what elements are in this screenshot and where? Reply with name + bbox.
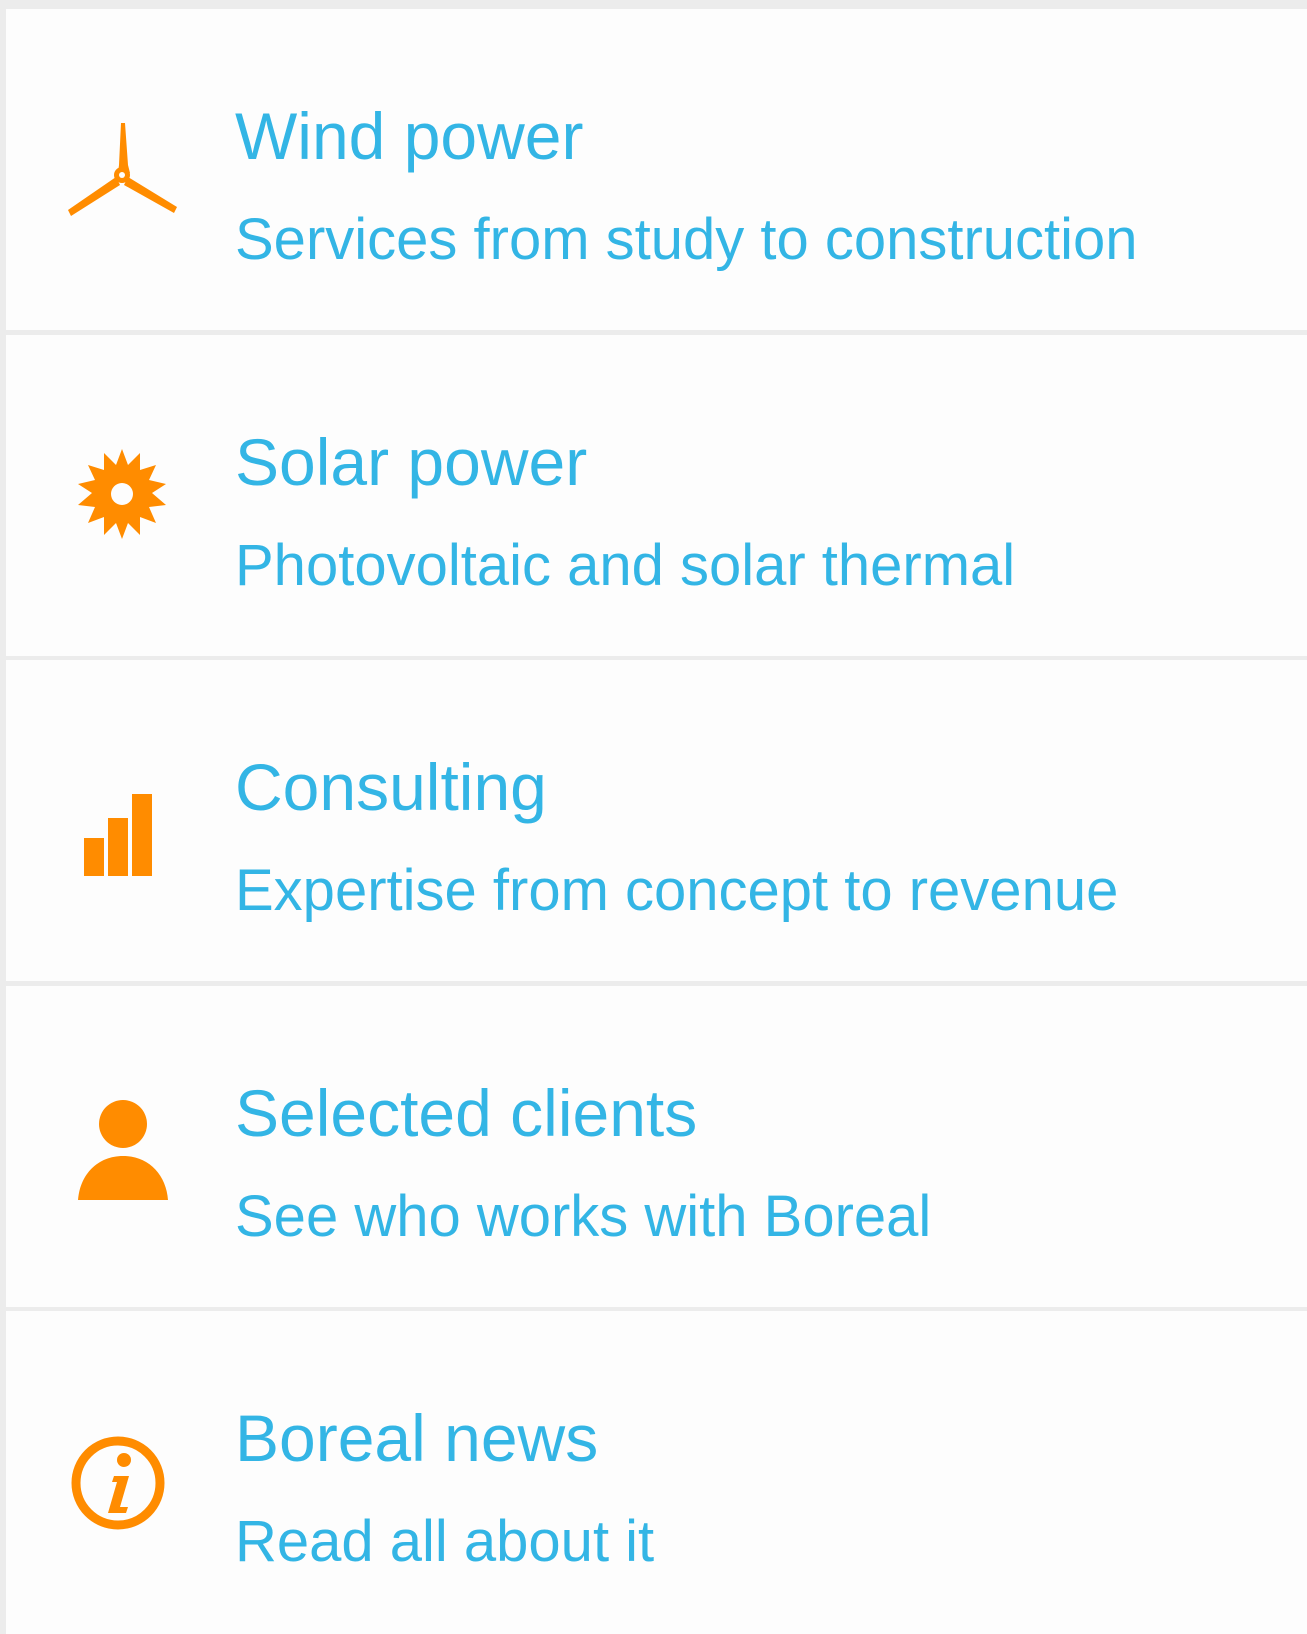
menu-item-subtitle: Read all about it <box>235 1509 655 1574</box>
person-icon <box>78 1100 168 1200</box>
menu-item-subtitle: Expertise from concept to revenue <box>235 858 1119 923</box>
info-icon <box>71 1436 165 1530</box>
menu-item-solar-power[interactable]: Solar power Photovoltaic and solar therm… <box>6 335 1307 656</box>
menu-item-title: Selected clients <box>235 1076 698 1150</box>
menu-item-title: Consulting <box>235 750 547 824</box>
menu-item-consulting[interactable]: Consulting Expertise from concept to rev… <box>6 660 1307 981</box>
wind-turbine-icon <box>68 123 177 216</box>
services-menu: Wind power Services from study to constr… <box>6 9 1307 1634</box>
menu-item-selected-clients[interactable]: Selected clients See who works with Bore… <box>6 986 1307 1307</box>
menu-item-wind-power[interactable]: Wind power Services from study to constr… <box>6 9 1307 330</box>
menu-item-title: Wind power <box>235 99 584 173</box>
menu-item-boreal-news[interactable]: Boreal news Read all about it <box>6 1311 1307 1634</box>
menu-item-title: Boreal news <box>235 1401 599 1475</box>
menu-item-subtitle: Services from study to construction <box>235 207 1138 272</box>
sun-icon <box>78 449 166 539</box>
menu-item-subtitle: Photovoltaic and solar thermal <box>235 533 1016 598</box>
bar-chart-icon <box>84 794 152 876</box>
menu-item-title: Solar power <box>235 425 588 499</box>
menu-item-subtitle: See who works with Boreal <box>235 1184 932 1249</box>
